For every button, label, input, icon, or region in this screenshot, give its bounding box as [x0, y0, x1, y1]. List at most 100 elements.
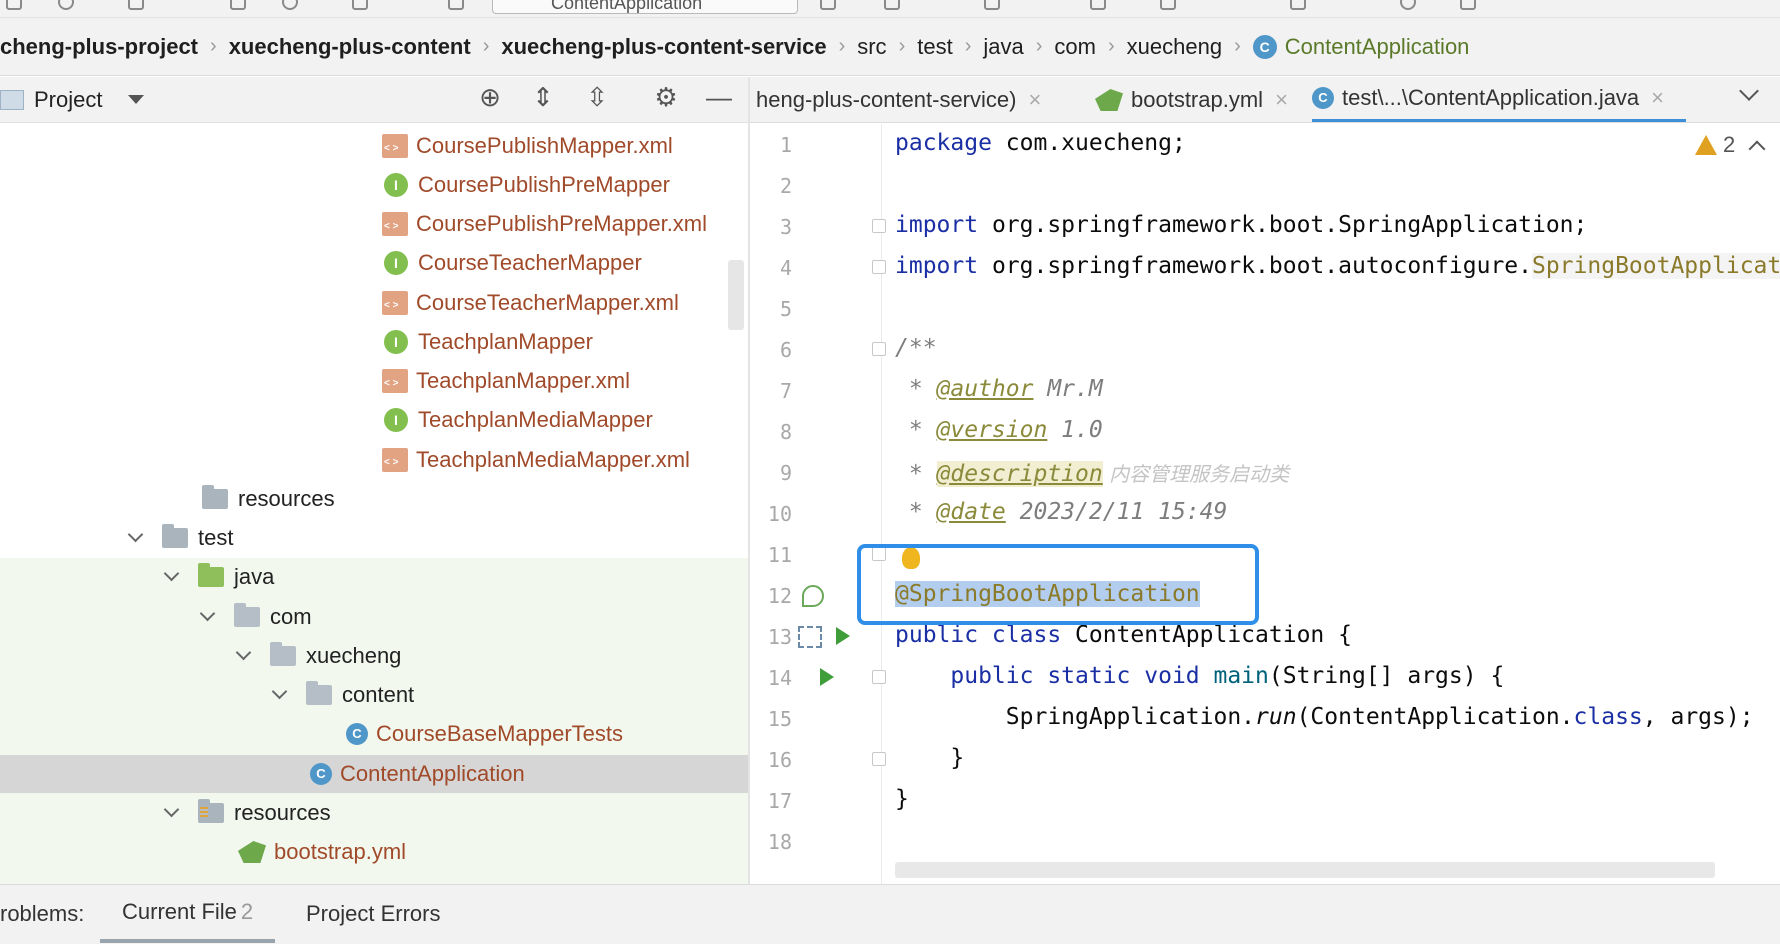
close-icon[interactable]: × — [1651, 85, 1664, 111]
locate-file-icon[interactable]: ⊕ — [475, 82, 505, 112]
tree-item[interactable]: resources — [0, 794, 748, 832]
tree-item[interactable]: I CoursePublishPreMapper — [0, 166, 748, 204]
update-icon[interactable] — [1290, 0, 1306, 10]
code-token: 1.0 — [1047, 417, 1103, 443]
breadcrumb-item-service-module[interactable]: xuecheng-plus-content-service — [501, 34, 826, 60]
tree-item[interactable]: TeachplanMediaMapper.xml — [0, 441, 748, 479]
line-number: 10 — [767, 502, 792, 526]
chevron-down-icon[interactable] — [236, 649, 250, 663]
breadcrumb-item-project[interactable]: cheng-plus-project — [0, 34, 198, 60]
refresh-icon[interactable] — [282, 0, 298, 10]
tree-item[interactable]: I CourseTeacherMapper — [0, 244, 748, 282]
profile-icon[interactable] — [1090, 0, 1106, 10]
breadcrumb-item-com[interactable]: com — [1054, 34, 1096, 60]
code-editor[interactable]: 1 2 3 4 5 6 7 8 9 10 11 12 13 14 15 16 1… — [750, 124, 1780, 884]
project-panel-title[interactable]: Project — [34, 87, 102, 113]
breadcrumb-item-class[interactable]: C ContentApplication — [1252, 34, 1469, 60]
editor-horizontal-scrollbar[interactable] — [895, 862, 1715, 878]
warning-count: 2 — [1723, 132, 1736, 157]
tab-current-file[interactable]: Current File 2 — [100, 885, 276, 943]
tab-project-errors[interactable]: Project Errors — [306, 885, 440, 943]
breadcrumb-separator-icon: › — [898, 35, 906, 57]
chevron-down-icon[interactable] — [164, 570, 178, 584]
code-token: 内容管理服务启动类 — [1102, 462, 1290, 486]
coverage-icon[interactable] — [984, 0, 1000, 10]
code-token: SpringBootApplicat — [1531, 253, 1780, 279]
tree-item-label: CourseBaseMapperTests — [376, 721, 624, 746]
tab-pom[interactable]: heng-plus-content-service) × — [756, 77, 1041, 122]
code-line-10: * @date 2023/2/11 15:49 — [895, 499, 1228, 525]
class-icon: C — [1312, 87, 1334, 109]
tree-item-label: TeachplanMapper — [418, 329, 593, 354]
fold-marker-icon[interactable] — [872, 219, 886, 233]
tree-item-label: content — [342, 682, 415, 707]
fold-marker-icon[interactable] — [872, 342, 886, 356]
chevron-down-icon[interactable] — [272, 688, 286, 702]
close-icon[interactable]: × — [1275, 87, 1288, 113]
breadcrumb-item-content-module[interactable]: xuecheng-plus-content — [229, 34, 471, 60]
chevron-down-icon[interactable] — [200, 610, 214, 624]
tree-item[interactable]: resources — [0, 480, 748, 518]
tree-item[interactable]: CourseTeacherMapper.xml — [0, 284, 748, 322]
breadcrumb-separator-icon: › — [482, 35, 490, 57]
git-icon[interactable] — [1160, 0, 1176, 10]
code-line-8: * @version 1.0 — [895, 417, 1103, 443]
debug-icon[interactable] — [884, 0, 900, 10]
spring-context-icon[interactable] — [798, 626, 822, 648]
hammer-icon[interactable] — [448, 0, 464, 10]
gear-icon[interactable]: ⚙ — [651, 82, 681, 112]
chevron-down-icon[interactable] — [164, 806, 178, 820]
tree-item[interactable]: C CourseBaseMapperTests — [0, 715, 748, 753]
tree-item[interactable]: java — [0, 558, 748, 596]
fold-marker-icon[interactable] — [872, 752, 886, 766]
tree-item[interactable]: I TeachplanMapper — [0, 323, 748, 361]
code-token: * — [895, 417, 937, 443]
back-icon[interactable] — [128, 0, 144, 10]
tree-item[interactable]: xuecheng — [0, 637, 748, 675]
history-icon[interactable] — [1400, 0, 1416, 10]
collapse-all-icon[interactable]: ⇳ — [582, 82, 612, 112]
save-icon[interactable] — [230, 0, 246, 10]
build-icon[interactable] — [352, 0, 368, 10]
breadcrumb-item-xuecheng[interactable]: xuecheng — [1127, 34, 1222, 60]
tree-item[interactable]: bootstrap.yml — [0, 833, 748, 871]
chevron-down-icon[interactable] — [128, 531, 142, 545]
breadcrumb-item-java[interactable]: java — [983, 34, 1023, 60]
tree-item[interactable]: I TeachplanMediaMapper — [0, 401, 748, 439]
chevron-down-icon[interactable] — [128, 95, 145, 104]
tree-item[interactable]: CoursePublishPreMapper.xml — [0, 205, 748, 243]
line-number: 9 — [779, 461, 792, 485]
breadcrumb-item-test[interactable]: test — [917, 34, 952, 60]
hide-panel-icon[interactable]: — — [704, 82, 734, 112]
fold-marker-icon[interactable] — [872, 260, 886, 274]
revert-icon[interactable] — [1460, 0, 1476, 10]
tree-item-selected[interactable]: C ContentApplication — [0, 755, 748, 793]
sync-icon[interactable] — [58, 0, 74, 10]
package-icon — [270, 642, 296, 666]
spring-bean-icon[interactable] — [802, 585, 824, 607]
tree-item-label: CoursePublishPreMapper.xml — [416, 211, 708, 236]
code-token: * — [895, 461, 937, 487]
tab-bootstrap-yml[interactable]: bootstrap.yml × — [1095, 77, 1288, 122]
run-configuration-select[interactable]: ContentApplication — [492, 0, 798, 14]
tree-item[interactable]: content — [0, 676, 748, 714]
tree-scrollbar[interactable] — [728, 260, 744, 330]
project-structure-icon[interactable] — [6, 0, 22, 10]
run-main-icon[interactable] — [820, 668, 834, 686]
code-token: package — [895, 130, 992, 156]
interface-icon: I — [384, 173, 408, 197]
tree-item[interactable]: CoursePublishMapper.xml — [0, 127, 748, 165]
breadcrumb-item-src[interactable]: src — [857, 34, 886, 60]
tab-content-application[interactable]: C test\...\ContentApplication.java × — [1312, 77, 1687, 122]
run-class-icon[interactable] — [836, 627, 850, 645]
expand-all-icon[interactable]: ⇕ — [528, 82, 558, 112]
tree-item[interactable]: com — [0, 598, 748, 636]
code-token: * — [895, 376, 937, 402]
tree-item[interactable]: test — [0, 519, 748, 557]
close-icon[interactable]: × — [1028, 87, 1041, 113]
tree-item[interactable]: TeachplanMapper.xml — [0, 362, 748, 400]
run-icon[interactable] — [820, 0, 836, 10]
chevron-up-icon[interactable] — [1748, 140, 1766, 158]
inspection-widget[interactable]: 2 — [1695, 132, 1766, 158]
fold-marker-icon[interactable] — [872, 670, 886, 684]
